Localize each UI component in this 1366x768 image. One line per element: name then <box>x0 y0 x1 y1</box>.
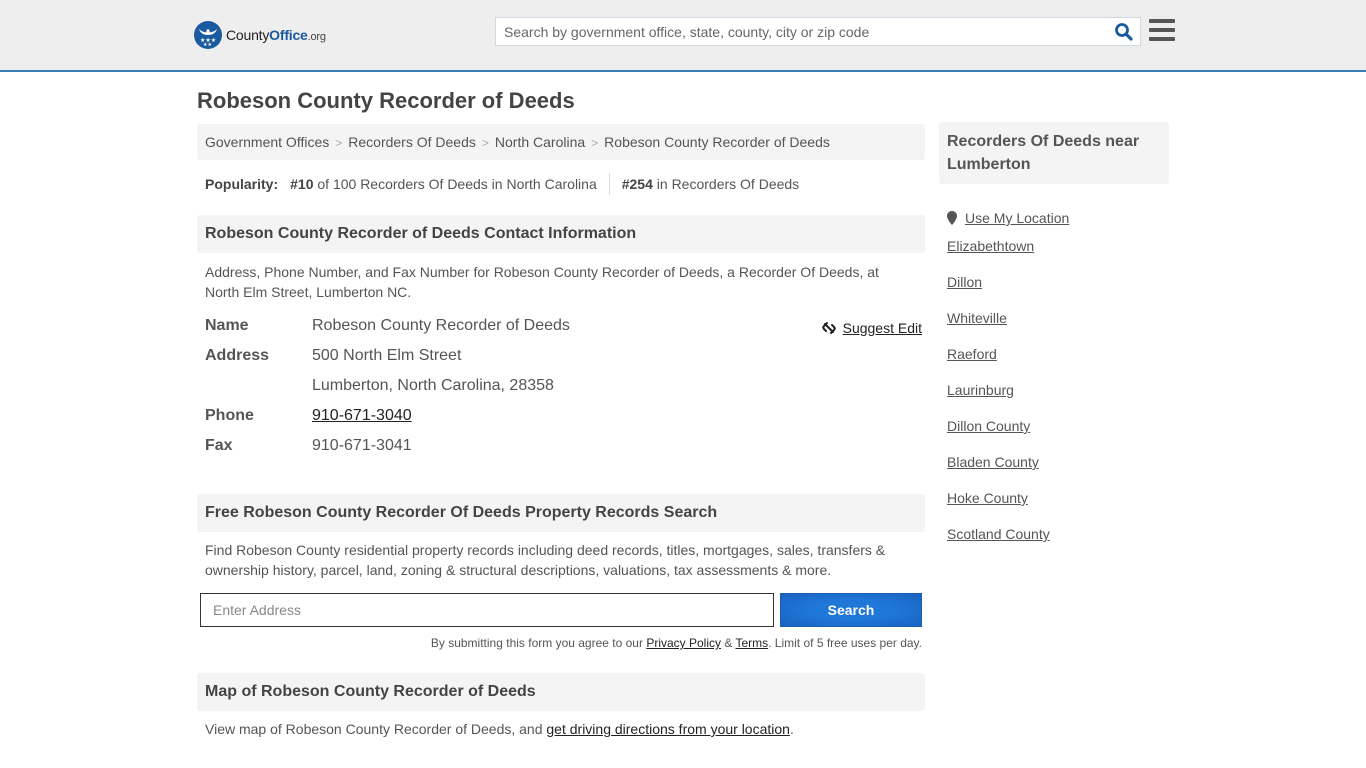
nearby-link-whiteville[interactable]: Whiteville <box>947 310 1007 326</box>
site-logo[interactable]: ★★★ ★★ CountyOffice.org <box>194 21 326 49</box>
state-rank: #10 <box>290 176 314 192</box>
address-search-input[interactable] <box>200 593 774 627</box>
popularity-divider <box>608 173 610 195</box>
map-description: View map of Robeson County Recorder of D… <box>205 719 905 739</box>
suggest-edit-link[interactable]: Suggest Edit <box>843 316 922 340</box>
phone-label: Phone <box>205 407 254 424</box>
sidebar-heading: Recorders Of Deeds near Lumberton <box>939 122 1169 184</box>
use-my-location-link[interactable]: Use My Location <box>965 208 1069 228</box>
breadcrumb-separator: > <box>481 136 489 150</box>
name-value: Robeson County Recorder of Deeds <box>312 317 570 334</box>
property-section-heading: Free Robeson County Recorder Of Deeds Pr… <box>197 494 925 532</box>
breadcrumb-separator: > <box>335 136 343 150</box>
info-row-name: Name Robeson County Recorder of Deeds Su… <box>205 314 922 344</box>
terms-link[interactable]: Terms <box>735 636 768 650</box>
disclaimer-limit-text: . Limit of 5 free uses per day. <box>768 636 922 650</box>
breadcrumb-recorders-of-deeds[interactable]: Recorders Of Deeds <box>348 134 476 150</box>
map-text-end: . <box>789 721 794 737</box>
contact-description: Address, Phone Number, and Fax Number fo… <box>205 264 879 300</box>
nearby-item: Dillon County <box>947 416 1069 452</box>
fax-value: 910-671-3041 <box>312 437 412 454</box>
info-row-address-2: Lumberton, North Carolina, 28358 <box>205 374 922 404</box>
nearby-item: Dillon <box>947 272 1069 308</box>
address-search-button[interactable]: Search <box>780 593 922 627</box>
property-description: Find Robeson County residential property… <box>205 542 886 578</box>
address-label: Address <box>205 347 270 364</box>
driving-directions-link[interactable]: get driving directions from your locatio… <box>546 721 790 737</box>
breadcrumb-separator: > <box>591 136 599 150</box>
svg-text:★★: ★★ <box>203 42 212 48</box>
nearby-link-dillon-county[interactable]: Dillon County <box>947 418 1030 434</box>
form-disclaimer: By submitting this form you agree to our… <box>200 636 922 650</box>
popularity-label: Popularity: <box>205 176 279 192</box>
nearby-item: Whiteville <box>947 308 1069 344</box>
state-rank-text: of 100 Recorders Of Deeds in North Carol… <box>317 176 597 192</box>
fax-label: Fax <box>205 437 233 454</box>
national-rank: #254 <box>621 176 653 192</box>
nearby-item: Scotland County <box>947 524 1069 560</box>
map-pin-icon <box>947 211 957 225</box>
contact-info-table: Name Robeson County Recorder of Deeds Su… <box>205 314 922 464</box>
menu-bar <box>1149 37 1175 41</box>
nearby-link-bladen-county[interactable]: Bladen County <box>947 454 1039 470</box>
top-header: ★★★ ★★ CountyOffice.org <box>0 0 1366 72</box>
breadcrumb-north-carolina[interactable]: North Carolina <box>495 134 585 150</box>
map-section-heading: Map of Robeson County Recorder of Deeds <box>197 673 925 711</box>
info-row-address: Address 500 North Elm Street <box>205 344 922 374</box>
eagle-stars-badge-icon: ★★★ ★★ <box>194 21 222 49</box>
page-title: Robeson County Recorder of Deeds <box>197 88 575 113</box>
nearby-item: Hoke County <box>947 488 1069 524</box>
suggest-edit[interactable]: Suggest Edit <box>821 316 922 340</box>
contact-section-heading: Robeson County Recorder of Deeds Contact… <box>197 215 925 253</box>
nearby-link-elizabethtown[interactable]: Elizabethtown <box>947 238 1034 254</box>
menu-bar <box>1149 19 1175 23</box>
logo-org-text: .org <box>307 31 326 43</box>
nearby-link-laurinburg[interactable]: Laurinburg <box>947 382 1014 398</box>
info-row-fax: Fax 910-671-3041 <box>205 434 922 464</box>
map-text: View map of Robeson County Recorder of D… <box>205 721 547 737</box>
nearby-list: Use My Location Elizabethtown Dillon Whi… <box>947 200 1069 560</box>
phone-link[interactable]: 910-671-3040 <box>312 407 412 424</box>
logo-wordmark: CountyOffice.org <box>226 27 326 43</box>
disclaimer-amp: & <box>721 636 736 650</box>
privacy-policy-link[interactable]: Privacy Policy <box>646 636 721 650</box>
site-search <box>495 17 1141 46</box>
nearby-item: Elizabethtown <box>947 236 1069 272</box>
name-label: Name <box>205 317 249 334</box>
nearby-link-raeford[interactable]: Raeford <box>947 346 997 362</box>
national-rank-text: in Recorders Of Deeds <box>656 176 800 192</box>
info-row-phone: Phone 910-671-3040 <box>205 404 922 434</box>
popularity-bar: Popularity: #10 of 100 Recorders Of Deed… <box>205 173 799 195</box>
breadcrumb-government-offices[interactable]: Government Offices <box>205 134 329 150</box>
breadcrumb: Government Offices > Recorders Of Deeds > No… <box>197 124 925 160</box>
broken-link-icon <box>821 322 836 334</box>
logo-county-text: County <box>226 27 270 43</box>
hamburger-menu-icon[interactable] <box>1149 19 1175 43</box>
phone-value: 910-671-3040 <box>312 404 412 428</box>
nearby-link-dillon[interactable]: Dillon <box>947 274 982 290</box>
nearby-item: Raeford <box>947 344 1069 380</box>
nearby-link-scotland-county[interactable]: Scotland County <box>947 526 1050 542</box>
logo-office-text: Office <box>269 27 308 43</box>
nearby-link-hoke-county[interactable]: Hoke County <box>947 490 1028 506</box>
search-icon[interactable] <box>1114 22 1134 42</box>
site-search-input[interactable] <box>496 18 1096 45</box>
nearby-item: Laurinburg <box>947 380 1069 416</box>
disclaimer-text: By submitting this form you agree to our <box>430 636 647 650</box>
nearby-item: Bladen County <box>947 452 1069 488</box>
address-line2: Lumberton, North Carolina, 28358 <box>312 377 554 394</box>
menu-bar <box>1149 28 1175 32</box>
breadcrumb-current: Robeson County Recorder of Deeds <box>604 134 830 150</box>
address-line1: 500 North Elm Street <box>312 347 462 364</box>
use-my-location[interactable]: Use My Location <box>947 200 1069 236</box>
